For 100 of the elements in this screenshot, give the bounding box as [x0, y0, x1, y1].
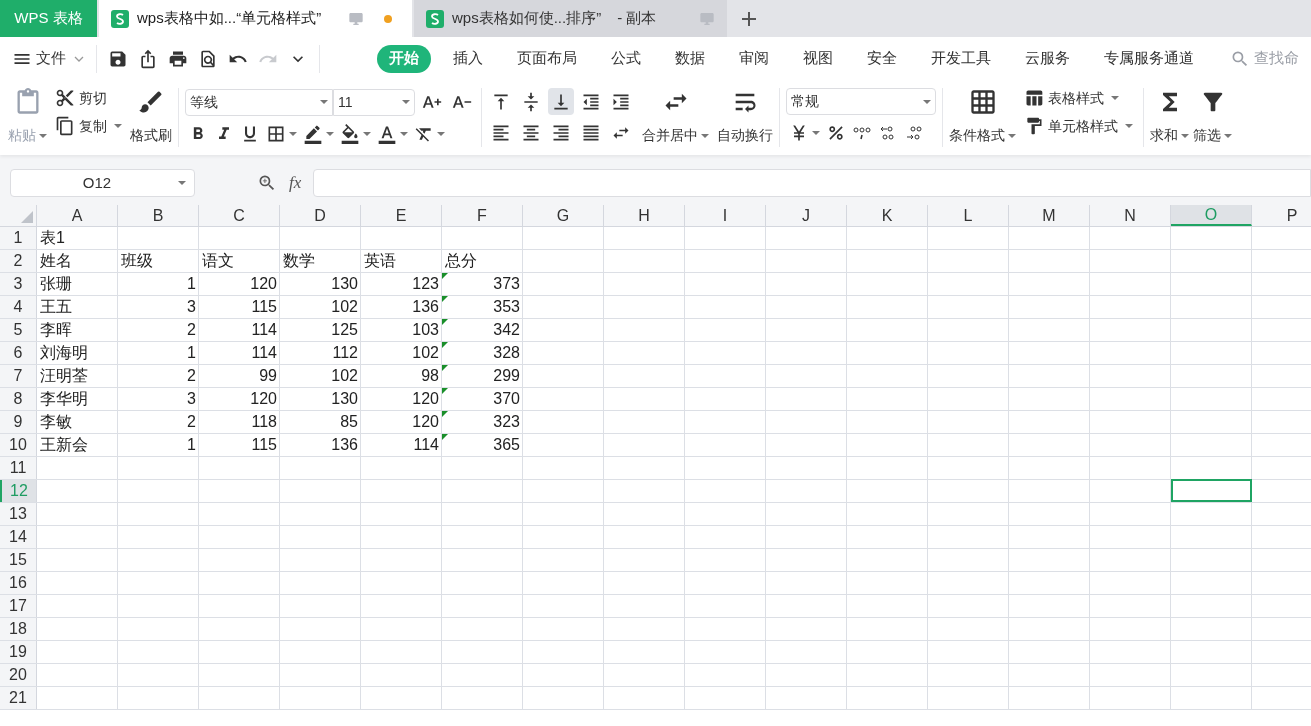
column-header[interactable]: D [280, 205, 361, 226]
row-header[interactable]: 13 [0, 503, 37, 525]
column-header[interactable]: M [1009, 205, 1090, 226]
sum-button[interactable]: 求和 [1150, 84, 1189, 146]
column-header[interactable]: I [685, 205, 766, 226]
row-header[interactable]: 18 [0, 618, 37, 640]
row-header[interactable]: 9 [0, 411, 37, 433]
scissors-icon [55, 88, 75, 108]
tab-title: wps表格中如...“单元格样式” [137, 8, 322, 29]
ribbon-tab[interactable]: 插入 [441, 44, 495, 73]
table-cell-text: 英语 [364, 251, 396, 271]
filter-button[interactable]: 筛选 [1193, 84, 1232, 146]
row-header[interactable]: 10 [0, 434, 37, 456]
table-cell-text: 2 [187, 412, 196, 432]
table-cell-text: 120 [412, 389, 439, 409]
row-header[interactable]: 14 [0, 526, 37, 548]
table-cell-text: 王五 [40, 297, 72, 317]
copy-button[interactable]: 复制 [51, 112, 126, 140]
table-cell-text: 汪明荃 [40, 366, 88, 386]
table-cell-text: 102 [331, 366, 358, 386]
document-tab[interactable]: wps表格如何使...排序” - 副本 [414, 0, 727, 37]
row-header[interactable]: 4 [0, 296, 37, 318]
row-header[interactable]: 19 [0, 641, 37, 663]
table-cell-text: 刘海明 [40, 343, 88, 363]
column-header[interactable]: P [1252, 205, 1311, 226]
caret-icon [400, 132, 408, 136]
ribbon-tab[interactable]: 页面布局 [505, 44, 589, 73]
column-header[interactable]: F [442, 205, 523, 226]
name-box[interactable]: O12 [10, 169, 195, 197]
column-header[interactable]: C [199, 205, 280, 226]
row-header[interactable]: 7 [0, 365, 37, 387]
file-menu[interactable]: 文件 [12, 47, 92, 70]
table-cell-text: 98 [421, 366, 439, 386]
column-header[interactable]: E [361, 205, 442, 226]
table-cell-text: 102 [331, 297, 358, 317]
table-cell-text: 323 [493, 412, 520, 432]
caret-icon [1181, 133, 1189, 138]
table-cell-text: 328 [493, 343, 520, 363]
table-cell-text: 299 [493, 366, 520, 386]
ribbon-tab[interactable]: 云服务 [1013, 44, 1082, 73]
tab-title: wps表格如何使...排序” [452, 8, 602, 29]
align-bottom-icon[interactable] [548, 88, 574, 115]
ribbon-tab[interactable]: 审阅 [727, 44, 781, 73]
row-header[interactable]: 1 [0, 227, 37, 249]
selected-cell[interactable] [1171, 479, 1252, 502]
caret-icon [437, 132, 445, 136]
column-header[interactable]: A [37, 205, 118, 226]
caret-icon [178, 181, 186, 185]
format-painter-button[interactable]: 格式刷 [130, 84, 172, 146]
table-style-icon [1024, 88, 1044, 108]
row-header[interactable]: 2 [0, 250, 37, 272]
merge-center-button[interactable]: 合并居中 [642, 84, 709, 146]
row-header[interactable]: 5 [0, 319, 37, 341]
ribbon-tab[interactable]: 专属服务通道 [1092, 44, 1206, 73]
row-header[interactable]: 11 [0, 457, 37, 479]
caret-icon [701, 133, 709, 138]
caret-icon [923, 99, 931, 104]
zoom-icon[interactable] [257, 173, 277, 193]
conditional-format-button[interactable]: 条件格式 [949, 84, 1016, 146]
ribbon-tab[interactable]: 安全 [855, 44, 909, 73]
column-header[interactable]: G [523, 205, 604, 226]
wrap-text-button[interactable]: 自动换行 [717, 84, 773, 146]
table-cell-text: 136 [331, 435, 358, 455]
caret-icon [1224, 133, 1232, 138]
ribbon-tab[interactable]: 开发工具 [919, 44, 1003, 73]
font-name-dropdown[interactable]: 等线 [185, 88, 333, 116]
column-header[interactable]: J [766, 205, 847, 226]
table-style-button[interactable]: 表格样式 [1020, 84, 1137, 112]
column-header[interactable]: L [928, 205, 1009, 226]
row-header[interactable]: 3 [0, 273, 37, 295]
number-format-dropdown[interactable]: 常规 [786, 88, 936, 115]
caret-icon [326, 132, 334, 136]
ribbon-tab[interactable]: 数据 [663, 44, 717, 73]
cut-button[interactable]: 剪切 [51, 84, 126, 112]
row-header[interactable]: 17 [0, 595, 37, 617]
table-cell-text: 120 [250, 274, 277, 294]
row-header[interactable]: 15 [0, 549, 37, 571]
row-header[interactable]: 6 [0, 342, 37, 364]
document-tab[interactable]: wps表格中如...“单元格样式” [99, 0, 412, 37]
table-cell-text: 103 [412, 320, 439, 340]
function-label[interactable]: fx [289, 170, 302, 196]
row-header[interactable]: 21 [0, 687, 37, 709]
table-cell-text: 120 [250, 389, 277, 409]
ribbon-tab[interactable]: 公式 [599, 44, 653, 73]
formula-input[interactable] [313, 169, 1311, 197]
row-header[interactable]: 16 [0, 572, 37, 594]
column-header[interactable]: B [118, 205, 199, 226]
row-header[interactable]: 20 [0, 664, 37, 686]
table-cell-text: 115 [251, 435, 277, 455]
table-cell-text: 130 [331, 274, 358, 294]
table-cell-text: 114 [413, 435, 439, 455]
column-header[interactable]: K [847, 205, 928, 226]
table-cell-text: 125 [331, 320, 358, 340]
cell-style-button[interactable]: 单元格样式 [1020, 112, 1137, 140]
row-header[interactable]: 8 [0, 388, 37, 410]
column-header[interactable]: H [604, 205, 685, 226]
font-size-dropdown[interactable]: 11 [333, 88, 415, 116]
tab-suffix: - 副本 [617, 8, 657, 29]
fill-color-icon [340, 124, 360, 144]
ribbon-tab[interactable]: 视图 [791, 44, 845, 73]
